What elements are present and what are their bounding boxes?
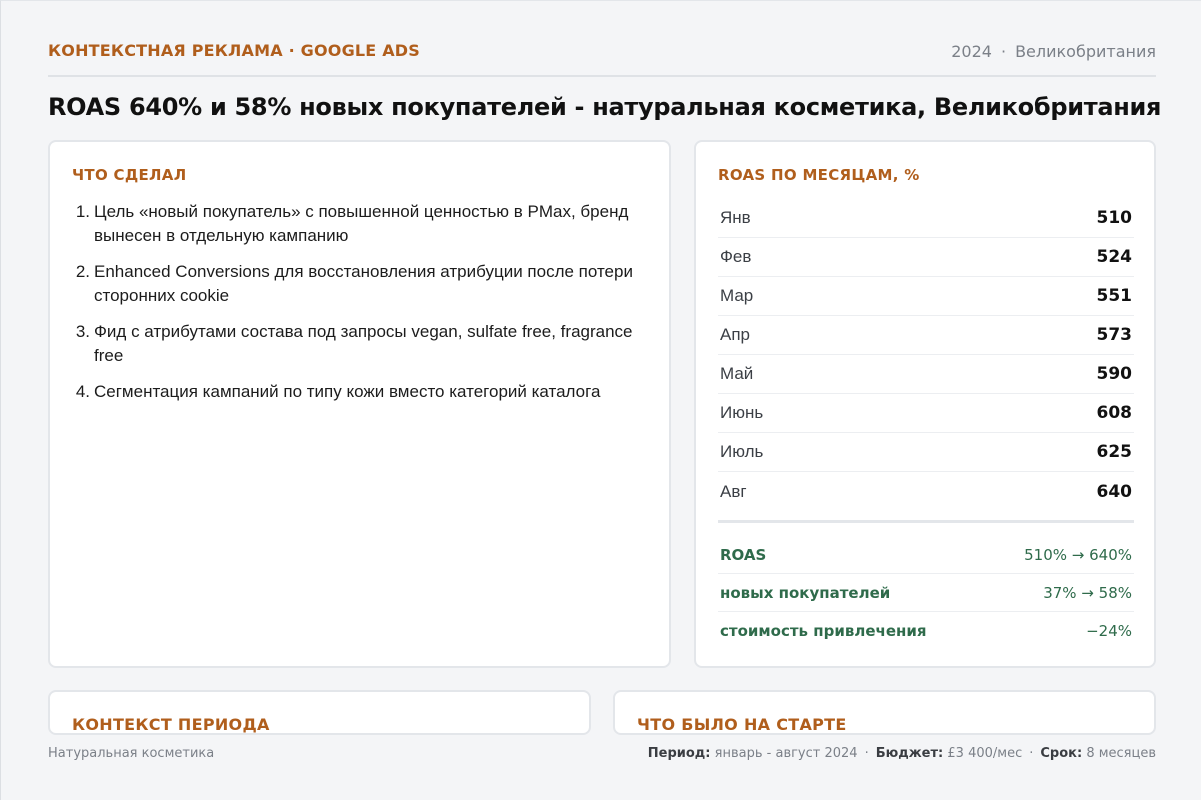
month-name: Фев: [720, 247, 752, 266]
month-value: 551: [1096, 286, 1133, 306]
list-item-number: 2.: [75, 262, 90, 281]
actions-card: ЧТО СДЕЛАЛ 1. Цель «новый покупатель» с п…: [48, 140, 671, 668]
year-label: 2024: [951, 42, 992, 61]
month-name: Май: [720, 364, 754, 383]
header-meta: 2024 · Великобритания: [951, 42, 1156, 61]
summary-label: новых покупателей: [720, 583, 891, 602]
summary-value: −24%: [1086, 622, 1132, 640]
roas-month-table: Янв 510 Фев 524 Мар 551 Апр 573 Май 590 Июнь 6…: [718, 199, 1134, 511]
month-name: Июль: [720, 442, 764, 461]
month-name: Авг: [720, 481, 747, 501]
table-row: Мар 551: [718, 277, 1134, 316]
start-state-card: ЧТО БЫЛО НА СТАРТЕ: [613, 690, 1156, 735]
project-facts: Период: январь - август 2024 · Бюджет: £3 …: [648, 746, 1156, 761]
summary-row: ROAS 510% → 640%: [718, 536, 1134, 574]
list-item-number: 1.: [75, 202, 90, 221]
table-row: Июль 625: [718, 433, 1134, 472]
month-value: 640: [1096, 481, 1133, 502]
list-item: 2. Enhanced Conversions для восстановлени…: [72, 260, 652, 308]
summary-label: ROAS: [720, 545, 767, 564]
meta-separator: ·: [1000, 42, 1007, 61]
month-value: 625: [1096, 442, 1133, 462]
table-row: Май 590: [718, 355, 1134, 394]
roas-card-title: ROAS ПО МЕСЯЦАМ, %: [718, 166, 920, 184]
footer-separator: ·: [1029, 746, 1034, 761]
divider: [718, 520, 1134, 523]
month-value: 510: [1096, 208, 1133, 228]
list-item-number: 3.: [75, 322, 90, 341]
month-value: 590: [1096, 364, 1133, 384]
table-row: Янв 510: [718, 199, 1134, 238]
niche-label: Натуральная косметика: [48, 746, 215, 761]
footer-separator: ·: [864, 746, 869, 761]
context-card: КОНТЕКСТ ПЕРИОДА: [48, 690, 591, 735]
list-item-text: Фид с атрибутами состава под запросы veg…: [94, 322, 633, 365]
month-name: Янв: [720, 208, 751, 227]
period-label: Период:: [647, 746, 711, 761]
term-label: Срок:: [1040, 746, 1083, 761]
list-item-text: Enhanced Conversions для восстановления …: [94, 262, 633, 305]
summary-value: 510% → 640%: [1024, 545, 1132, 564]
month-name: Апр: [720, 325, 750, 344]
summary-row: новых покупателей 37% → 58%: [718, 574, 1134, 612]
table-row: Фев 524: [718, 238, 1134, 277]
summary-row: стоимость привлечения −24%: [718, 612, 1134, 650]
list-item: 1. Цель «новый покупатель» с повышенной ц…: [72, 200, 652, 248]
table-row: Июнь 608: [718, 394, 1134, 433]
budget-label: Бюджет:: [875, 746, 944, 761]
page-title: ROAS 640% и 58% новых покупателей - нату…: [48, 93, 1162, 121]
month-value: 608: [1096, 403, 1133, 423]
month-name: Июнь: [720, 403, 764, 422]
month-value: 524: [1096, 247, 1133, 267]
category-kicker: КОНТЕКСТНАЯ РЕКЛАМА · GOOGLE ADS: [48, 41, 420, 60]
table-row: Авг 640: [718, 472, 1134, 511]
table-row: Апр 573: [718, 316, 1134, 355]
list-item: 3. Фид с атрибутами состава под запросы v…: [72, 320, 652, 368]
actions-list: 1. Цель «новый покупатель» с повышенной ц…: [72, 200, 652, 416]
period-value: январь - август 2024: [714, 746, 858, 761]
list-item-number: 4.: [75, 382, 90, 401]
budget-value: £3 400/мес: [947, 746, 1023, 761]
footer: Натуральная косметика Период: январь - а…: [48, 746, 1156, 766]
results-summary: ROAS 510% → 640% новых покупателей 37% → 5…: [718, 536, 1134, 650]
term-value: 8 месяцев: [1086, 746, 1156, 761]
list-item: 4. Сегментация кампаний по типу кожи вмес…: [72, 380, 652, 404]
list-item-text: Цель «новый покупатель» с повышенной цен…: [94, 202, 629, 245]
month-name: Мар: [720, 286, 754, 305]
roas-card: ROAS ПО МЕСЯЦАМ, % Янв 510 Фев 524 Мар 551 …: [694, 140, 1156, 668]
summary-value: 37% → 58%: [1043, 583, 1132, 602]
actions-card-title: ЧТО СДЕЛАЛ: [72, 166, 187, 184]
month-value: 573: [1096, 325, 1133, 345]
start-card-title: ЧТО БЫЛО НА СТАРТЕ: [637, 715, 847, 734]
region-label: Великобритания: [1015, 42, 1156, 61]
list-item-text: Сегментация кампаний по типу кожи вместо…: [94, 382, 601, 401]
context-card-title: КОНТЕКСТ ПЕРИОДА: [72, 715, 270, 734]
header-bar: КОНТЕКСТНАЯ РЕКЛАМА · GOOGLE ADS 2024 · Ве…: [48, 39, 1156, 77]
summary-label: стоимость привлечения: [720, 622, 927, 640]
